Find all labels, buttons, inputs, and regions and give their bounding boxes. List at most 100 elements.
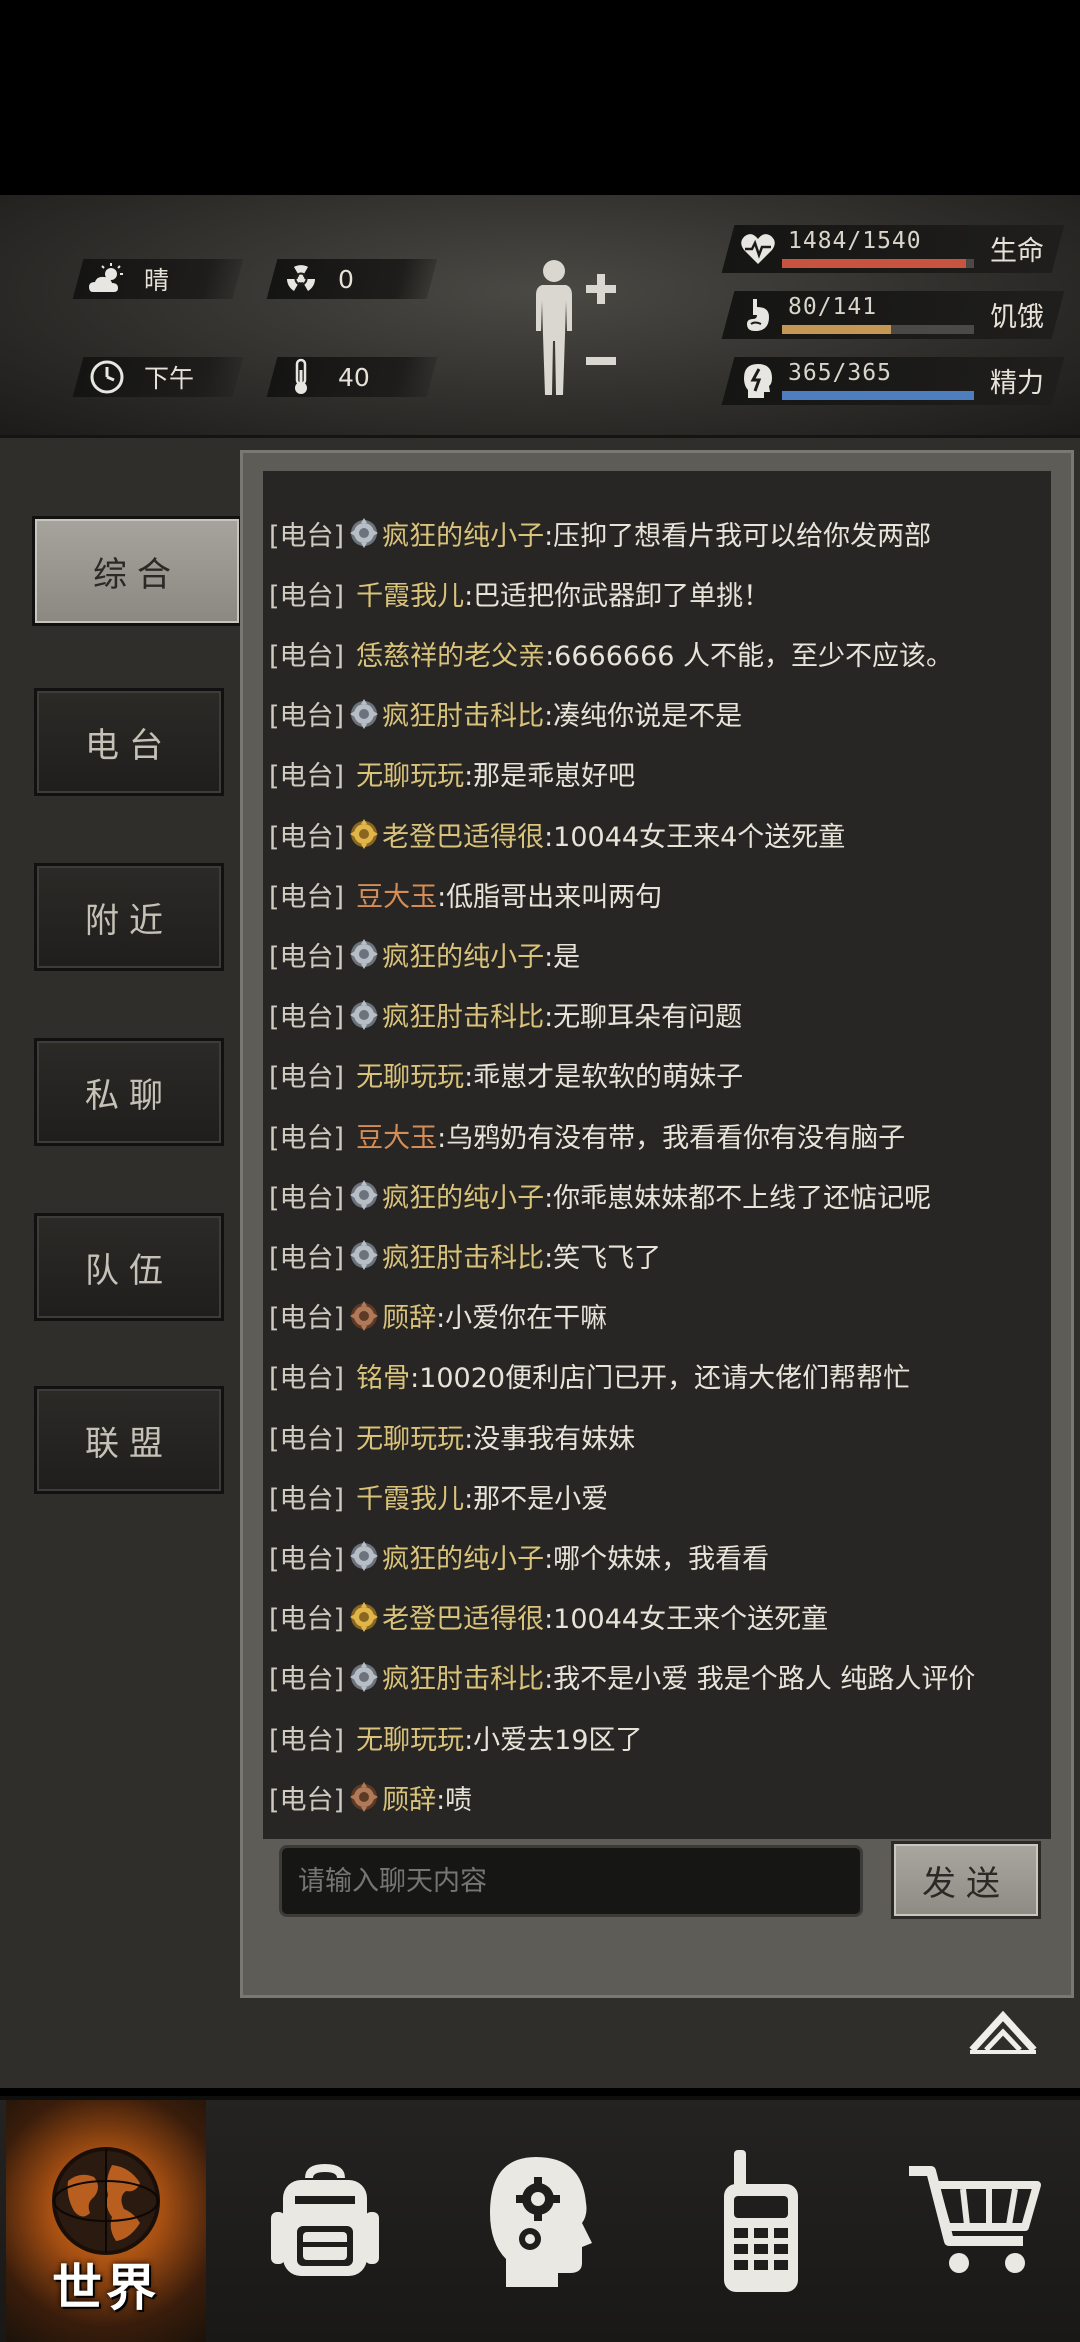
chat-message: [电台] 恁慈祥的老父亲:6666666 人不能，至少不应该。 [263,629,1051,677]
radio-icon [724,2150,798,2292]
badge-spacer [348,877,354,911]
message-text: :那不是小爱 [464,1483,609,1515]
tab-radio[interactable]: 电台 [34,688,224,796]
sender-name[interactable]: 疯狂的纯小子 [382,935,544,974]
sender-name[interactable]: 千霞我儿 [356,1477,464,1516]
bottom-navigation: 世界 [0,2096,1080,2342]
send-button[interactable]: 发送 [891,1841,1041,1919]
channel-tag: [电台] [269,1724,345,1756]
chat-message: [电台] 豆大玉:乌鸦奶有没有带，我看看你有没有脑子 [263,1111,1051,1159]
tab-nearby[interactable]: 附近 [34,863,224,971]
nav-backpack-button[interactable] [230,2100,420,2342]
channel-tag: [电台] [269,1062,345,1094]
gold-rank-badge-icon [348,817,380,851]
channel-tag: [电台] [269,1363,345,1395]
message-text: :啧 [436,1784,473,1816]
sender-name[interactable]: 豆大玉 [356,875,437,914]
message-text: :10020便利店门已开，还请大佬们帮帮忙 [410,1363,911,1395]
nav-skills-button[interactable] [446,2100,636,2342]
chat-message-list[interactable]: [电台] 疯狂的纯小子:压抑了想看片我可以给你发两部 [电台] 千霞我儿:巴适把你武器… [263,471,1051,1839]
nav-world-button[interactable]: 世界 [6,2100,206,2342]
partly-cloudy-icon [86,259,128,299]
chat-message: [电台] 无聊玩玩:乖崽才是软软的萌妹子 [263,1051,1051,1099]
badge-spacer [348,757,354,791]
clock-icon [86,357,128,397]
chat-message: [电台] 顾辞:啧 [263,1773,1051,1821]
status-header: 晴 0 下午 40 1484/1540 生命 80/141 饥饿 365/365… [0,195,1080,438]
sender-name[interactable]: 疯狂的纯小子 [382,1537,544,1576]
chat-message: [电台] 无聊玩玩:没事我有妹妹 [263,1412,1051,1460]
sender-name[interactable]: 疯狂肘击科比 [382,1236,544,1275]
chat-message: [电台] 铭骨:10020便利店门已开，还请大佬们帮帮忙 [263,1352,1051,1400]
channel-tag: [电台] [269,1604,345,1636]
sender-name[interactable]: 老登巴适得很 [382,1597,544,1636]
nav-world-label: 世界 [52,2259,160,2317]
channel-tag: [电台] [269,1182,345,1214]
sender-name[interactable]: 疯狂肘击科比 [382,694,544,733]
chat-input[interactable] [279,1845,863,1917]
collapse-chevron-up-icon[interactable] [966,2006,1040,2056]
sender-name[interactable]: 顾辞 [382,1778,436,1817]
sender-name[interactable]: 无聊玩玩 [356,1417,464,1456]
sender-name[interactable]: 疯狂肘击科比 [382,1657,544,1696]
message-text: :我不是小爱 我是个路人 纯路人评价 [544,1664,976,1696]
radiation-icon [280,259,322,299]
silver-rank-badge-icon [348,1660,380,1694]
energy-stat: 365/365 精力 [721,357,1065,405]
sender-name[interactable]: 老登巴适得很 [382,815,544,854]
sender-name[interactable]: 铭骨 [356,1356,410,1395]
sender-name[interactable]: 疯狂的纯小子 [382,1176,544,1215]
sender-name[interactable]: 顾辞 [382,1296,436,1335]
health-value: 1484/1540 [788,228,922,254]
badge-spacer [348,1419,354,1453]
sender-name[interactable]: 千霞我儿 [356,574,464,613]
channel-tag: [电台] [269,1242,345,1274]
channel-tag: [电台] [269,520,345,552]
sender-name[interactable]: 疯狂肘击科比 [382,995,544,1034]
nav-shop-button[interactable] [880,2100,1070,2342]
energy-label: 精力 [990,368,1044,399]
time-of-day-text: 下午 [144,364,195,393]
sender-name[interactable]: 恁慈祥的老父亲 [356,634,545,673]
sender-name[interactable]: 疯狂的纯小子 [382,514,544,553]
chat-message: [电台] 疯狂的纯小子:哪个妹妹，我看看 [263,1532,1051,1580]
body-status-button[interactable] [520,255,630,405]
message-text: :无聊耳朵有问题 [544,1002,743,1034]
thermometer-icon [280,357,322,397]
globe-icon [52,2147,160,2255]
channel-tag: [电台] [269,1664,345,1696]
health-label: 生命 [990,236,1044,267]
silver-rank-badge-icon [348,1238,380,1272]
radiation-chip: 0 [266,259,438,299]
chat-message: [电台] 无聊玩玩:小爱去19区了 [263,1713,1051,1761]
message-text: :压抑了想看片我可以给你发两部 [544,520,932,552]
tab-alliance[interactable]: 联盟 [34,1386,224,1494]
tab-private[interactable]: 私聊 [34,1038,224,1146]
message-text: :6666666 人不能，至少不应该。 [545,640,954,672]
sender-name[interactable]: 无聊玩玩 [356,754,464,793]
bronze-rank-badge-icon [348,1780,380,1814]
hunger-label: 饥饿 [990,302,1044,333]
channel-tag: [电台] [269,1303,345,1335]
weather-chip: 晴 [72,259,244,299]
sender-name[interactable]: 无聊玩玩 [356,1718,464,1757]
chat-message: [电台] 疯狂的纯小子:是 [263,930,1051,978]
chat-message: [电台] 千霞我儿:巴适把你武器卸了单挑！ [263,569,1051,617]
energy-head-icon [738,361,778,401]
message-text: :笑飞飞了 [544,1242,662,1274]
chat-message: [电台] 豆大玉:低脂哥出来叫两句 [263,870,1051,918]
tab-team[interactable]: 队伍 [34,1213,224,1321]
sender-name[interactable]: 豆大玉 [356,1116,437,1155]
bronze-rank-badge-icon [348,1299,380,1333]
energy-bar [782,391,974,400]
badge-spacer [348,1720,354,1754]
silver-rank-badge-icon [348,937,380,971]
human-body-icon [536,260,616,395]
nav-radio-button[interactable] [666,2100,856,2342]
message-text: :是 [544,941,581,973]
tab-general[interactable]: 综合 [32,516,242,626]
chat-message: [电台] 顾辞:小爱你在干嘛 [263,1292,1051,1340]
channel-tag: [电台] [269,1002,345,1034]
sender-name[interactable]: 无聊玩玩 [356,1055,464,1094]
badge-spacer [348,636,354,670]
